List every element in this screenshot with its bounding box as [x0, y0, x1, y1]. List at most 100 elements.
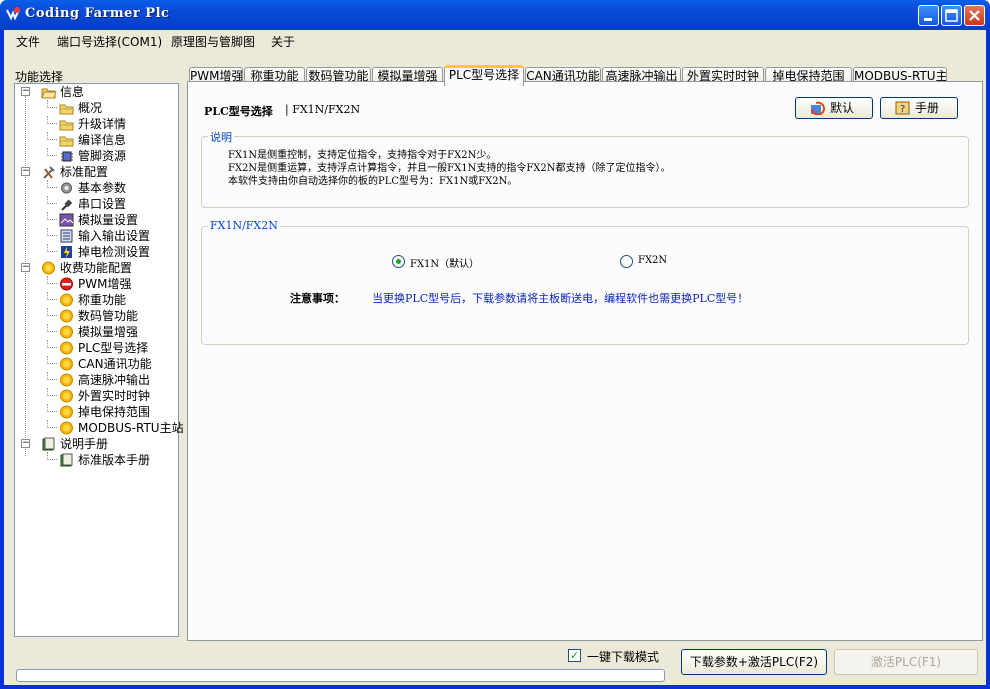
- sidebar-item-label: 掉电检测设置: [78, 245, 151, 259]
- sidebar-item-label: PWM增强: [78, 277, 132, 291]
- sidebar-item[interactable]: PLC型号选择: [15, 340, 175, 356]
- tree-connector: [47, 180, 57, 188]
- sidebar-item[interactable]: − 信息: [15, 84, 175, 100]
- close-button[interactable]: [964, 5, 985, 26]
- sidebar-item[interactable]: − 说明手册: [15, 436, 175, 452]
- coin-icon: [60, 421, 73, 435]
- close-icon: [969, 10, 980, 21]
- sidebar-item[interactable]: 外置实时时钟: [15, 388, 175, 404]
- tree-collapse-icon[interactable]: −: [21, 263, 30, 272]
- description-group-title: 说明: [208, 129, 234, 145]
- tree-connector: [47, 148, 57, 156]
- sidebar-item-label: CAN通讯功能: [78, 357, 152, 371]
- sidebar-item[interactable]: 编译信息: [15, 132, 175, 148]
- svg-text:?: ?: [900, 104, 905, 115]
- coin-icon: [60, 341, 73, 355]
- one-key-download-label[interactable]: 一键下载模式: [587, 648, 659, 665]
- sidebar-item[interactable]: 概况: [15, 100, 175, 116]
- note-text: 当更换PLC型号后，下载参数请将主板断送电，编程软件也需更换PLC型号！: [372, 292, 749, 305]
- sidebar-item[interactable]: MODBUS-RTU主站: [15, 420, 184, 436]
- maximize-button[interactable]: [941, 5, 962, 26]
- tree-connector: [47, 324, 57, 332]
- sidebar-item[interactable]: − 收费功能配置: [15, 260, 175, 276]
- default-button[interactable]: 默认: [795, 97, 873, 119]
- description-group: 说明 FX1N是侧重控制，支持定位指令，支持指令对于FX2N少。 FX2N是侧重…: [201, 129, 969, 208]
- title-bar[interactable]: Coding Farmer Plc: [0, 0, 990, 30]
- sidebar-item-label: 模拟量设置: [78, 213, 139, 227]
- download-activate-label: 下载参数+激活PLC(F2): [689, 655, 819, 669]
- model-group: FX1N/FX2N FX1N（默认） FX2N 注意事项： 当更换PLC型号后，…: [201, 219, 969, 345]
- sidebar-item[interactable]: 数码管功能: [15, 308, 175, 324]
- tree-connector: [47, 340, 57, 348]
- chip-icon: [61, 151, 73, 162]
- sidebar-item[interactable]: 称重功能: [15, 292, 175, 308]
- tree-connector: [47, 308, 57, 316]
- sidebar-item-label: 掉电保持范围: [78, 405, 151, 419]
- function-tree[interactable]: − 信息 概况 升级详情 编译信息 管脚资源 − 标准配置 基本参数 串口设置模拟量设置输入输出设…: [14, 83, 184, 637]
- manual-button[interactable]: ? 手册: [880, 97, 958, 119]
- tree-connector: [47, 228, 57, 236]
- tools-icon: [43, 166, 55, 179]
- coin-icon: [60, 389, 73, 403]
- fx2n-radio-label[interactable]: FX2N: [638, 255, 667, 266]
- book-icon: [60, 453, 73, 467]
- function-sidebar: 功能选择 − 信息 概况 升级详情 编译信息 管脚资源 − 标准配置 基本参数 串口设置 模拟量设置…: [9, 65, 184, 637]
- sidebar-item-label: PLC型号选择: [78, 341, 149, 355]
- menu-bar: 文件 端口号选择(COM1) 原理图与管脚图 关于: [4, 30, 986, 52]
- folder-open-icon: [41, 88, 56, 99]
- sidebar-item-label: 标准配置: [60, 165, 109, 179]
- sidebar-item[interactable]: 输入输出设置: [15, 228, 175, 244]
- folder-icon: [59, 136, 74, 147]
- sidebar-item[interactable]: 掉电保持范围: [15, 404, 175, 420]
- menu-about[interactable]: 关于: [271, 33, 295, 50]
- sidebar-item[interactable]: PWM增强: [15, 276, 175, 292]
- tab-page-plc-model: PLC型号选择 | FX1N/FX2N 默认 ? 手册 说明 FX1N是侧重控制…: [187, 81, 983, 641]
- sidebar-item[interactable]: 模拟量设置: [15, 212, 175, 228]
- activate-plc-button[interactable]: 激活PLC(F1): [834, 649, 978, 675]
- tree-collapse-icon[interactable]: −: [21, 87, 30, 96]
- progress-bar: [16, 669, 665, 682]
- sidebar-item[interactable]: 高速脉冲输出: [15, 372, 175, 388]
- menu-port-select[interactable]: 端口号选择(COM1): [57, 33, 162, 50]
- tree-connector: [47, 100, 57, 108]
- sidebar-item-label: MODBUS-RTU主站: [78, 421, 184, 435]
- sidebar-item[interactable]: − 标准配置: [15, 164, 175, 180]
- sidebar-item-label: 串口设置: [78, 197, 127, 211]
- fx1n-radio-label[interactable]: FX1N（默认）: [410, 255, 479, 270]
- sidebar-item[interactable]: 升级详情: [15, 116, 175, 132]
- tab-4[interactable]: PLC型号选择: [444, 65, 524, 86]
- menu-file[interactable]: 文件: [16, 33, 40, 50]
- sidebar-item[interactable]: CAN通讯功能: [15, 356, 175, 372]
- one-key-download-checkbox[interactable]: ✓: [568, 649, 581, 662]
- no-entry-icon: [60, 277, 73, 291]
- sidebar-item[interactable]: 管脚资源: [15, 148, 175, 164]
- coin-icon: [60, 373, 73, 387]
- sidebar-item[interactable]: 串口设置: [15, 196, 175, 212]
- fx2n-radio[interactable]: [620, 255, 633, 268]
- power-icon: [61, 246, 72, 258]
- sidebar-item[interactable]: 模拟量增强: [15, 324, 175, 340]
- tree-collapse-icon[interactable]: −: [21, 439, 30, 448]
- tree-connector: [47, 420, 57, 428]
- sidebar-item-label: 升级详情: [78, 117, 127, 131]
- sidebar-item[interactable]: 掉电检测设置: [15, 244, 175, 260]
- note-label: 注意事项：: [290, 292, 345, 305]
- fx1n-radio[interactable]: [392, 255, 405, 268]
- help-book-icon: ?: [895, 101, 910, 115]
- tree-connector: [47, 244, 57, 252]
- sidebar-item[interactable]: 基本参数: [15, 180, 175, 196]
- tree-collapse-icon[interactable]: −: [21, 167, 30, 176]
- menu-schematic[interactable]: 原理图与管脚图: [171, 33, 255, 50]
- sidebar-item-label: 输入输出设置: [78, 229, 151, 243]
- app-window: Coding Farmer Plc 文件 端口号选择(COM1) 原理图与管脚图…: [0, 0, 990, 689]
- sidebar-item[interactable]: 标准版本手册: [15, 452, 175, 468]
- download-activate-button[interactable]: 下载参数+激活PLC(F2): [681, 649, 827, 675]
- minimize-button[interactable]: [918, 5, 939, 26]
- folder-icon: [59, 120, 74, 131]
- model-group-title: FX1N/FX2N: [208, 219, 280, 232]
- book-icon: [42, 437, 55, 451]
- coin-icon: [60, 309, 73, 323]
- coin-icon: [60, 293, 73, 307]
- client-area: 文件 端口号选择(COM1) 原理图与管脚图 关于 功能选择 − 信息 概况 升级详情…: [4, 30, 986, 685]
- coin-icon: [60, 325, 73, 339]
